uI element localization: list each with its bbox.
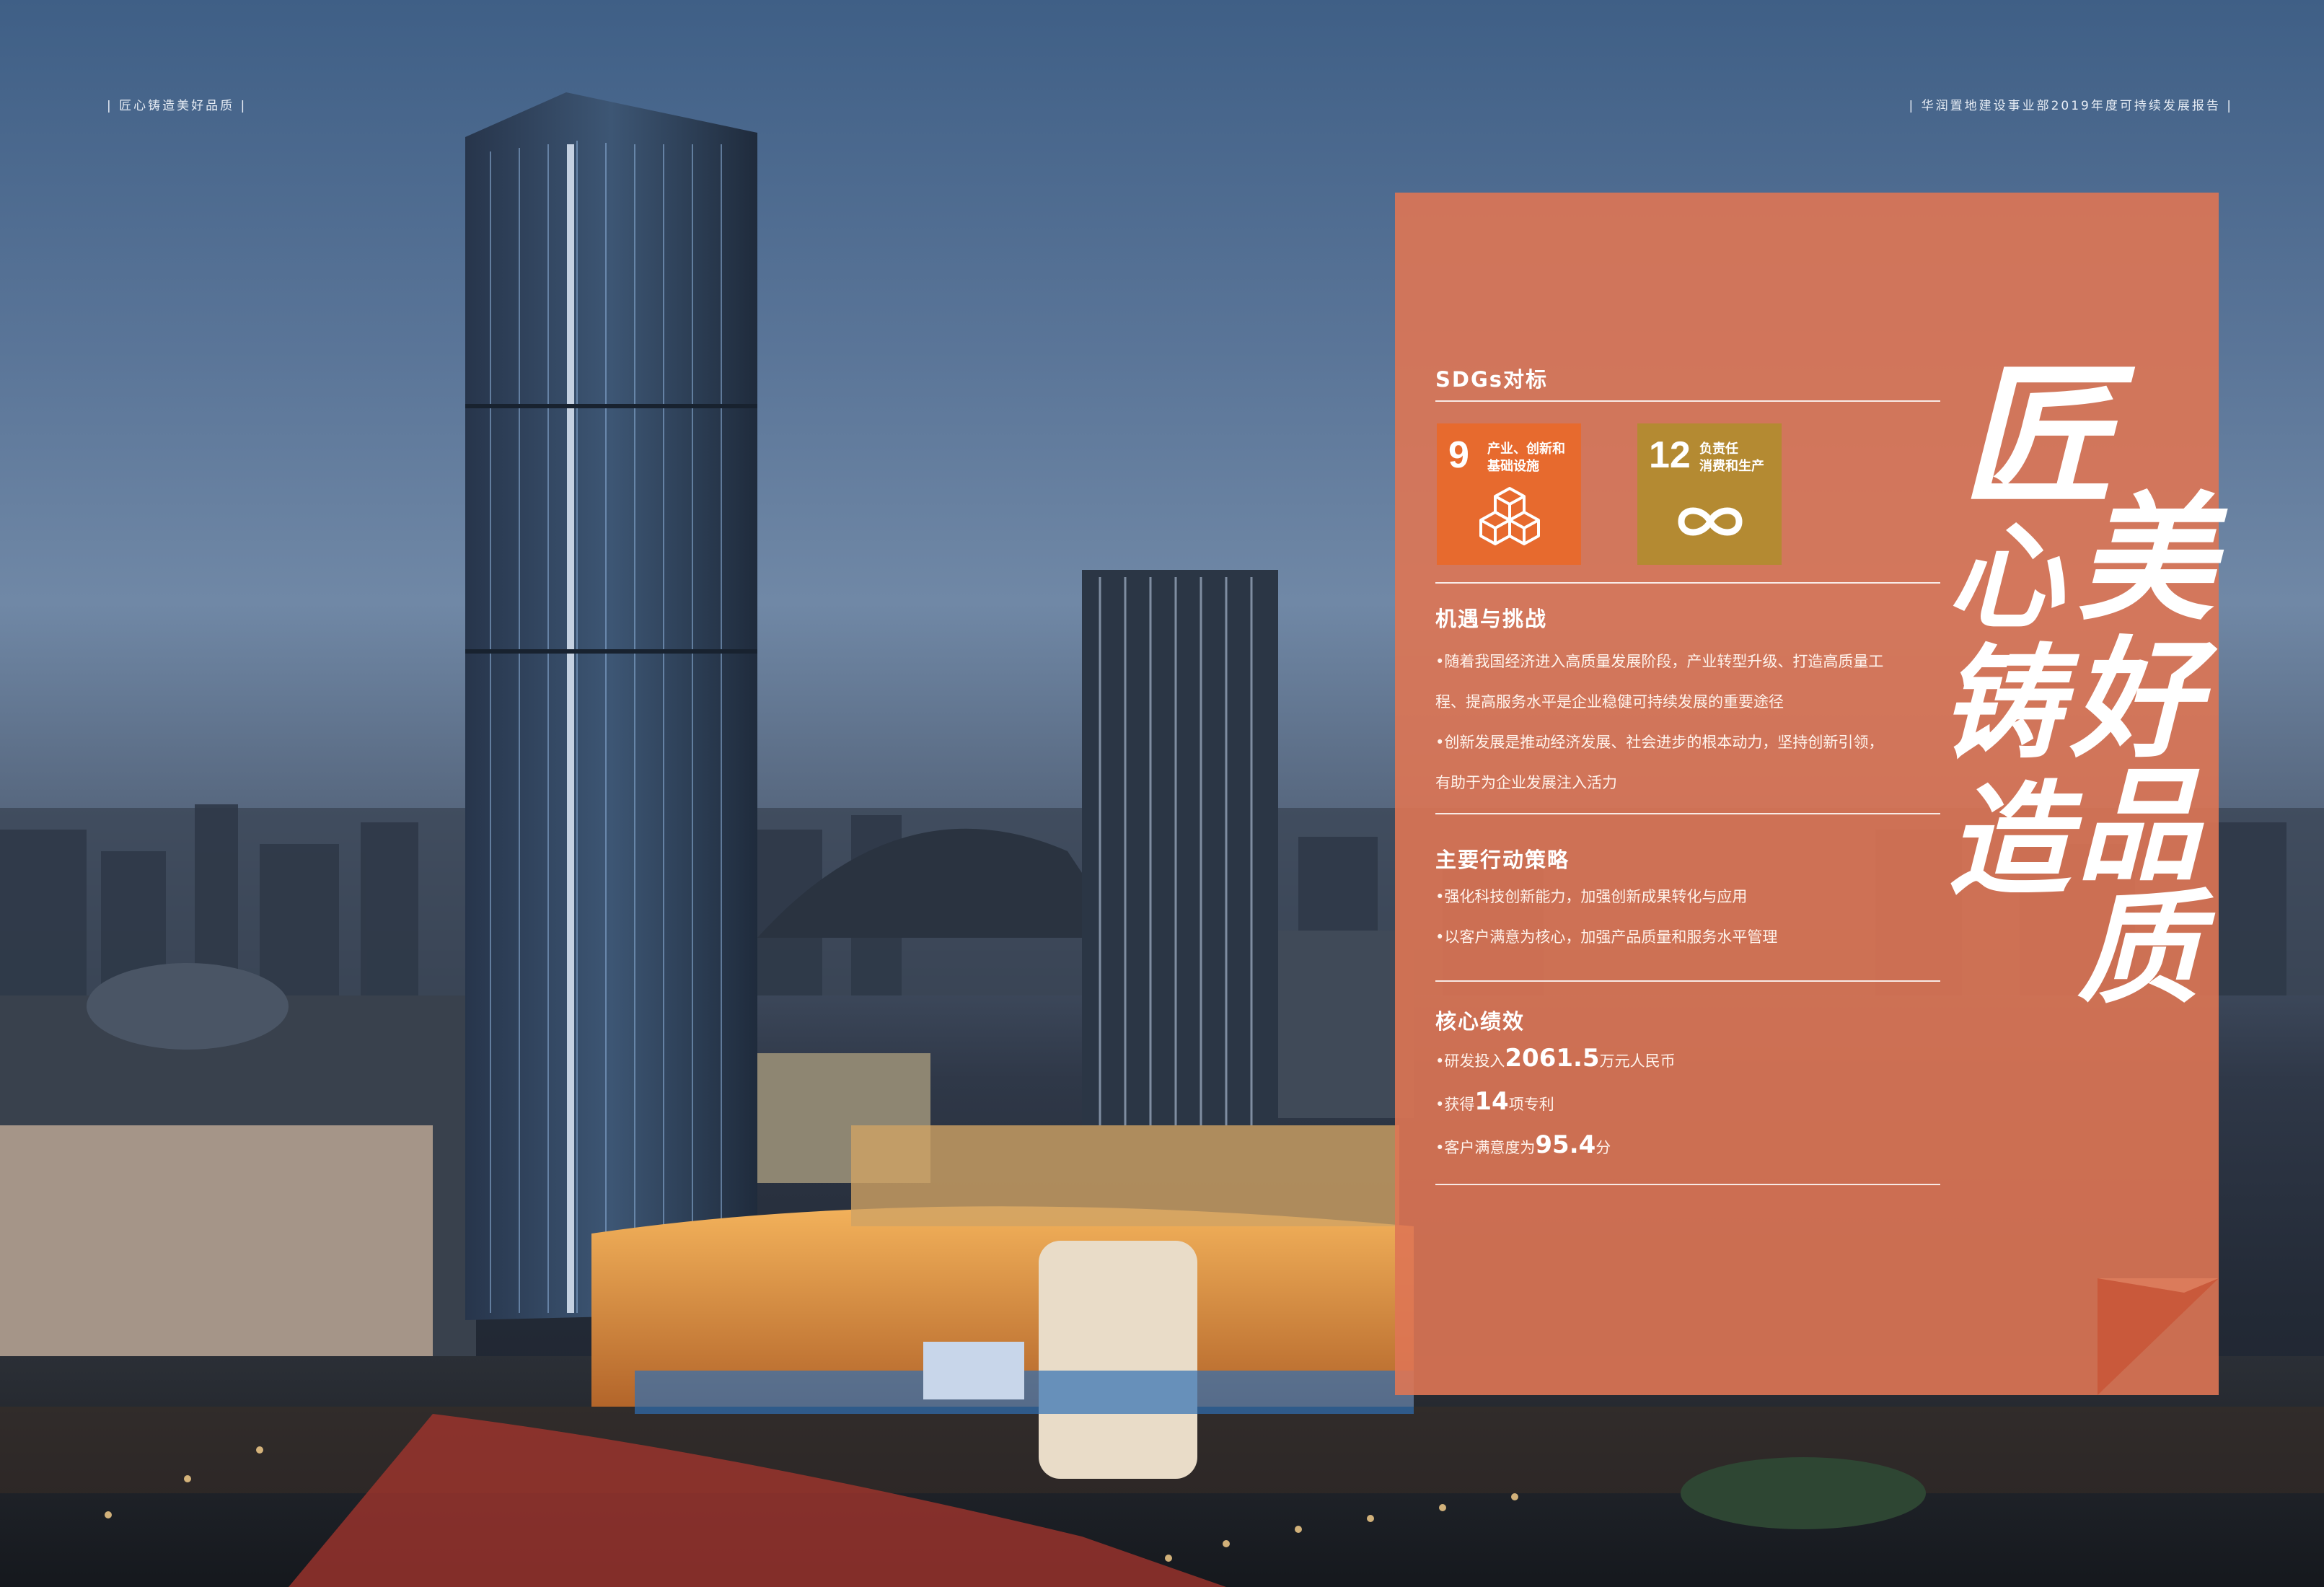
performance-item: •研发投入2061.5万元人民币	[1435, 1038, 1940, 1081]
page-curl-corner	[2098, 1278, 2219, 1395]
opportunities-line: 程、提高服务水平是企业稳健可持续发展的重要途径	[1435, 693, 1784, 711]
report-spread: | 匠心铸造美好品质 | | 华润置地建设事业部2019年度可持续发展报告 | …	[0, 0, 2324, 1587]
sdg-goal-12-badge: 12 负责任 消费和生产	[1637, 423, 1782, 565]
strategy-line: •强化科技创新能力，加强创新成果转化与应用	[1435, 888, 1748, 905]
sdg-label: 产业、创新和 基础设施	[1487, 441, 1581, 475]
divider	[1435, 582, 1940, 584]
sdg-label-line: 负责任	[1699, 441, 1738, 457]
calligraphy-char: 美	[2077, 478, 2215, 639]
opportunities-section: 机遇与挑战 •随着我国经济进入高质量发展阶段，产业转型升级、打造高质量工 程、提…	[1435, 602, 1940, 803]
metric-unit: 项专利	[1508, 1096, 1554, 1113]
header-left-title: | 匠心铸造美好品质 |	[107, 99, 247, 113]
metric-label: •客户满意度为	[1435, 1139, 1536, 1156]
strategy-title: 主要行动策略	[1435, 848, 1570, 872]
strategy-section: 主要行动策略 •强化科技创新能力，加强创新成果转化与应用 •以客户满意为核心，加…	[1435, 843, 1940, 957]
divider	[1435, 813, 1940, 814]
performance-section: 核心绩效 •研发投入2061.5万元人民币 •获得14项专利 •客户满意度为95…	[1435, 1005, 1940, 1168]
sdg-number: 9	[1448, 434, 1469, 476]
sdg-label-line: 基础设施	[1487, 459, 1539, 474]
metric-value: 95.4	[1535, 1130, 1596, 1159]
strategy-line: •以客户满意为核心，加强产品质量和服务水平管理	[1435, 928, 1778, 946]
divider	[1435, 1184, 1940, 1185]
calligraphy-char: 造	[1947, 768, 2071, 913]
performance-item: •获得14项专利	[1435, 1081, 1940, 1125]
calligraphy-char: 质	[2077, 876, 2201, 1021]
sdg-label-line: 消费和生产	[1699, 459, 1764, 474]
metric-label: •研发投入	[1435, 1052, 1505, 1070]
calligraphy-char: 好	[2070, 623, 2201, 775]
metric-unit: 万元人民币	[1599, 1052, 1676, 1070]
sdg-goal-9-badge: 9 产业、创新和 基础设施	[1437, 423, 1581, 565]
opportunities-line: •创新发展是推动经济发展、社会进步的根本动力，坚持创新引领，	[1435, 734, 1884, 751]
divider	[1435, 400, 1940, 402]
sdg-label: 负责任 消费和生产	[1699, 441, 1793, 475]
header-right-title: | 华润置地建设事业部2019年度可持续发展报告 |	[1909, 99, 2233, 113]
sdg-label-line: 产业、创新和	[1487, 441, 1565, 457]
infinity-icon	[1678, 507, 1743, 536]
calligraphy-char: 心	[1947, 509, 2064, 645]
performance-item: •客户满意度为95.4分	[1435, 1125, 1940, 1168]
calligraphy-char: 品	[2077, 754, 2201, 898]
opportunities-line: 有助于为企业发展注入活力	[1435, 774, 1617, 791]
sdgs-title: SDGs对标	[1435, 367, 1549, 392]
metric-value: 14	[1474, 1087, 1509, 1116]
metric-unit: 分	[1595, 1139, 1611, 1156]
sdgs-section: SDGs对标	[1435, 363, 1940, 393]
cubes-icon	[1479, 487, 1540, 545]
sdg-number: 12	[1649, 434, 1691, 476]
metric-label: •获得	[1435, 1096, 1475, 1113]
opportunities-line: •随着我国经济进入高质量发展阶段，产业转型升级、打造高质量工	[1435, 653, 1884, 670]
calligraphy-char: 铸	[1940, 631, 2064, 775]
opportunities-title: 机遇与挑战	[1435, 607, 1548, 631]
divider	[1435, 980, 1940, 982]
performance-title: 核心绩效	[1435, 1009, 1526, 1034]
metric-value: 2061.5	[1505, 1044, 1600, 1073]
